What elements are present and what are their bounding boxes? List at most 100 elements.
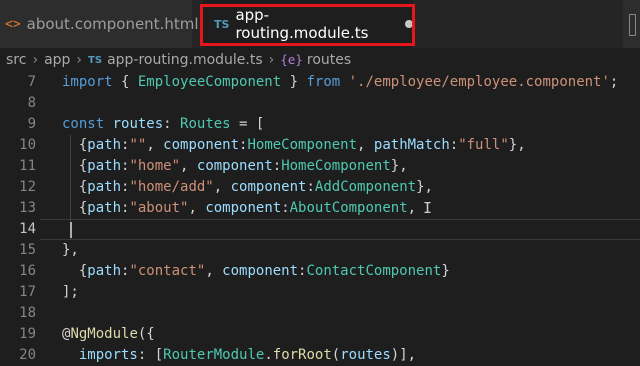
line-number: 18 (19, 305, 36, 321)
line-number: 9 (27, 116, 36, 132)
code-editor[interactable]: 7 import { EmployeeComponent } from './em… (0, 72, 640, 363)
code-token: component (230, 179, 307, 195)
code-line[interactable]: 18 (0, 303, 640, 324)
code-token: "" (129, 137, 147, 153)
code-token: , (213, 179, 231, 195)
chevron-right-icon: › (76, 52, 83, 68)
code-line[interactable]: 19 @NgModule({ (0, 324, 640, 345)
code-token: path (87, 179, 122, 195)
code-token: ]; (62, 284, 79, 300)
typescript-file-icon: TS (88, 54, 103, 66)
code-text: @NgModule({ (62, 324, 155, 345)
code-token: , (205, 263, 223, 279)
code-token: pathMatch (373, 137, 450, 153)
html-file-icon: <> (5, 16, 21, 32)
line-number: 17 (19, 284, 36, 300)
code-token: "home" (129, 158, 181, 174)
code-token: }, (508, 137, 526, 153)
code-token: : (163, 116, 181, 132)
code-line[interactable]: 9 const routes: Routes = [ (0, 114, 640, 135)
code-text: {path:"", component:HomeComponent, pathM… (62, 135, 526, 156)
code-line[interactable]: 14 (0, 219, 640, 240)
code-line[interactable]: 7 import { EmployeeComponent } from './em… (0, 72, 640, 93)
code-token: HomeComponent (281, 158, 391, 174)
tab-about-component-html[interactable]: <> about.component.html (0, 0, 199, 48)
code-token: component (196, 158, 273, 174)
code-token: AddComponent (314, 179, 417, 195)
code-token: : (449, 137, 459, 153)
code-line[interactable]: 8 (0, 93, 640, 114)
code-token: { (62, 200, 88, 216)
code-line[interactable]: 17]; (0, 282, 640, 303)
split-editor-icon[interactable] (623, 0, 640, 48)
code-line[interactable]: 11 {path:"home", component:HomeComponent… (0, 156, 640, 177)
code-token: = [ (230, 116, 265, 132)
code-token: } (281, 74, 307, 90)
chevron-right-icon: › (32, 52, 39, 68)
code-token: { (62, 137, 88, 153)
code-token: RouterModule (163, 347, 265, 363)
code-line[interactable]: 12 {path:"home/add", component:AddCompon… (0, 177, 640, 198)
code-token: './employee/employee.component' (348, 74, 610, 90)
breadcrumb: src › app › TS app-routing.module.ts › {… (0, 48, 640, 72)
code-line[interactable]: 10 {path:"", component:HomeComponent, pa… (0, 135, 640, 156)
code-text: {path:"home/add", component:AddComponent… (62, 177, 433, 198)
code-line[interactable]: 16 {path:"contact", component:ContactCom… (0, 261, 640, 282)
code-text: }, (62, 240, 79, 261)
code-token: . (264, 347, 273, 363)
code-token: ({ (137, 326, 155, 342)
code-token: NgModule (70, 326, 138, 342)
code-token: component (163, 137, 240, 153)
code-token: routes (340, 347, 391, 363)
breadcrumb-item-symbol[interactable]: routes (307, 52, 351, 68)
line-number: 11 (19, 158, 36, 174)
code-token: import (62, 74, 113, 90)
code-token: AboutComponent (289, 200, 408, 216)
code-text: {path:"home", component:HomeComponent}, (62, 156, 408, 177)
code-token: path (87, 200, 122, 216)
code-text: {path:"about", component:AboutComponent, (62, 198, 416, 219)
line-number: 15 (19, 242, 36, 258)
mouse-ibeam-cursor-icon: I (423, 199, 433, 217)
code-token: { (62, 158, 88, 174)
code-token: path (87, 158, 122, 174)
line-number: 12 (19, 179, 36, 195)
code-line[interactable]: 13 {path:"about", component:AboutCompone… (0, 198, 640, 219)
line-number: 16 (19, 263, 36, 279)
breadcrumb-item-file[interactable]: app-routing.module.ts (107, 52, 263, 68)
code-token: "contact" (129, 263, 206, 279)
variable-symbol-icon: {e} (280, 53, 303, 67)
code-token: , (407, 200, 417, 216)
code-token: Routes (180, 116, 231, 132)
text-caret (70, 222, 72, 238)
tab-bar: <> about.component.html TS app-routing.m… (0, 0, 640, 48)
code-token: ( (331, 347, 341, 363)
line-number: 19 (19, 326, 36, 342)
chevron-right-icon: › (268, 52, 275, 68)
code-token: component (205, 200, 282, 216)
breadcrumb-item-app[interactable]: app (44, 52, 70, 68)
code-text: const routes: Routes = [ (62, 114, 264, 135)
code-token: forRoot (272, 347, 332, 363)
code-line[interactable]: 15}, (0, 240, 640, 261)
tab-highlight-box (200, 4, 415, 46)
code-token: const (62, 116, 105, 132)
code-token: , (357, 137, 374, 153)
code-token: EmployeeComponent (137, 74, 282, 90)
code-text: {path:"contact", component:ContactCompon… (62, 261, 450, 282)
code-token: , (146, 137, 164, 153)
code-token: { (62, 179, 88, 195)
code-token: path (87, 263, 122, 279)
code-token: ; (609, 74, 619, 90)
code-token: component (222, 263, 299, 279)
code-token: : [ (137, 347, 164, 363)
code-token: "about" (129, 200, 189, 216)
code-text: imports: [RouterModule.forRoot(routes)], (62, 345, 416, 366)
line-number: 20 (19, 347, 36, 363)
code-line[interactable]: 20 imports: [RouterModule.forRoot(routes… (0, 345, 640, 366)
breadcrumb-item-src[interactable]: src (6, 52, 26, 68)
code-token: , (180, 158, 197, 174)
code-token: "home/add" (129, 179, 214, 195)
line-number: 7 (27, 74, 36, 90)
code-token: path (87, 137, 122, 153)
